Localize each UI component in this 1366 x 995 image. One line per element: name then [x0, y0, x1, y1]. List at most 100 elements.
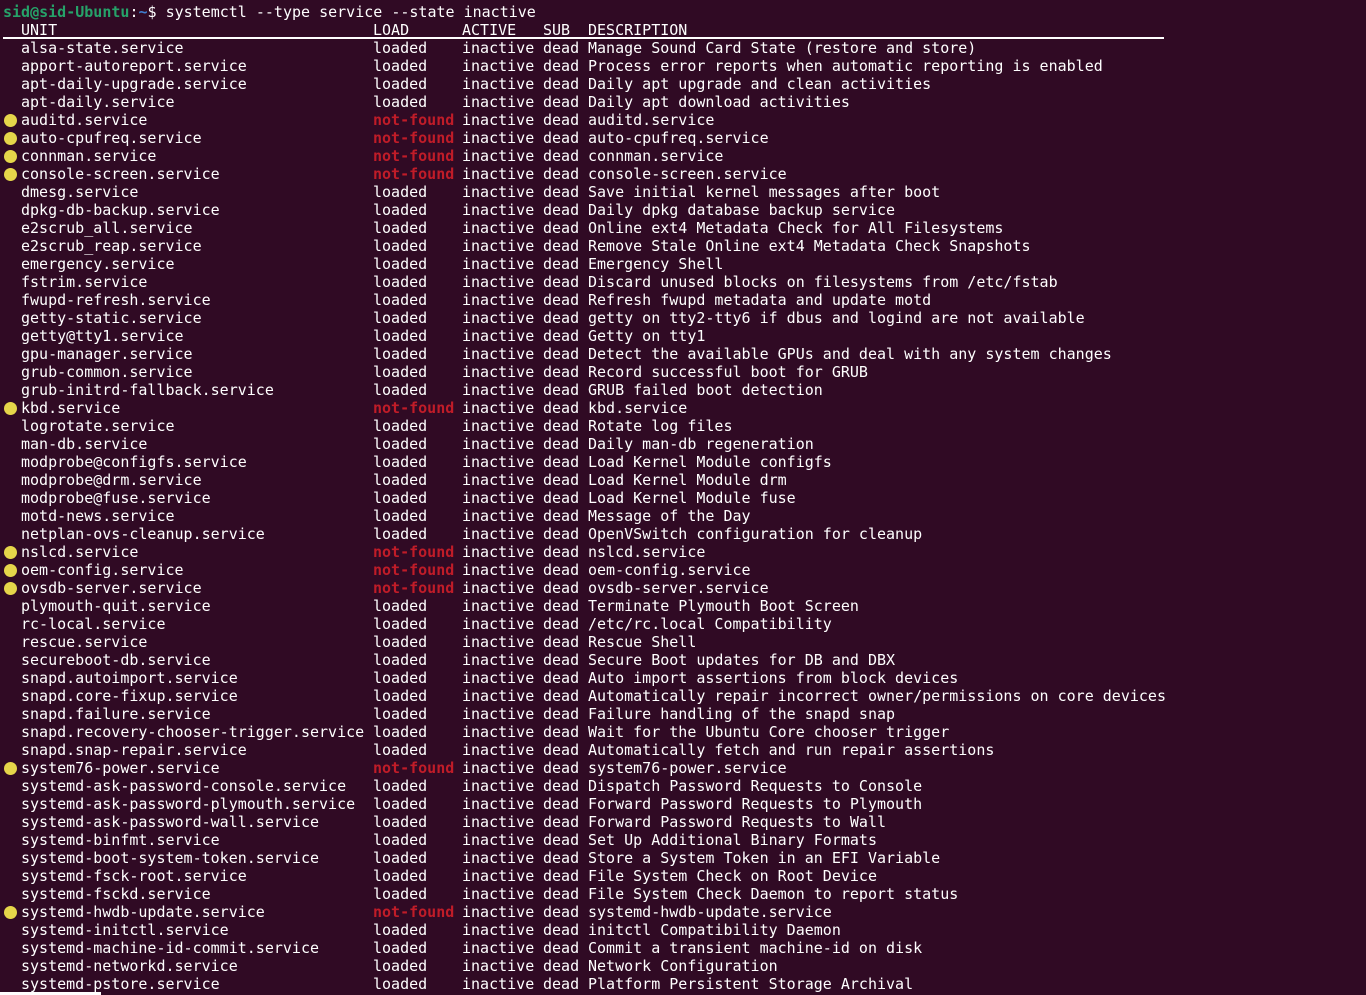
prompt-line: sid@sid-Ubuntu:~$ systemctl --type servi… [3, 3, 1166, 21]
active-state: inactive [462, 147, 535, 165]
sub-state: dead [543, 669, 580, 687]
active-state: inactive [462, 399, 535, 417]
sub-state: dead [543, 507, 580, 525]
table-row: modprobe@drm.service loaded inactive dead Lo… [3, 471, 1166, 489]
warning-dot-icon [4, 762, 17, 775]
unit-name: snapd.recovery-chooser-trigger.service [21, 723, 365, 741]
unit-name: kbd.service [21, 399, 121, 417]
unit-name: snapd.core-fixup.service [21, 687, 238, 705]
table-row: snapd.failure.service loaded inactive dead F… [3, 705, 1166, 723]
unit-name: ovsdb-server.service [21, 579, 202, 597]
unit-name: getty@tty1.service [21, 327, 184, 345]
load-state: not-found [373, 399, 455, 417]
active-state: inactive [462, 111, 535, 129]
sub-state: dead [543, 327, 580, 345]
load-state: loaded [373, 741, 428, 759]
unit-name: systemd-machine-id-commit.service [21, 939, 320, 957]
unit-name: netplan-ovs-cleanup.service [21, 525, 265, 543]
load-state: not-found [373, 543, 455, 561]
description: Wait for the Ubuntu Core chooser trigger [588, 723, 950, 741]
sub-state: dead [543, 237, 580, 255]
sub-state: dead [543, 273, 580, 291]
unit-name: modprobe@drm.service [21, 471, 202, 489]
sub-state: dead [543, 885, 580, 903]
description: ovsdb-server.service [588, 579, 769, 597]
sub-state: dead [543, 57, 580, 75]
unit-name: motd-news.service [21, 507, 175, 525]
table-row: systemd-networkd.service loaded inactive de… [3, 957, 1166, 975]
unit-name: systemd-networkd.service [21, 957, 238, 975]
unit-name: grub-initrd-fallback.service [21, 381, 274, 399]
active-state: inactive [462, 561, 535, 579]
sub-state: dead [543, 921, 580, 939]
table-row: logrotate.service loaded inactive dead Rotat… [3, 417, 1166, 435]
table-row: snapd.snap-repair.service loaded inactive d… [3, 741, 1166, 759]
load-state: loaded [373, 471, 428, 489]
active-state: inactive [462, 867, 535, 885]
description: systemd-hwdb-update.service [588, 903, 832, 921]
table-row: motd-news.service loaded inactive dead Messa… [3, 507, 1166, 525]
table-row: fstrim.service loaded inactive dead Discard … [3, 273, 1166, 291]
load-state: not-found [373, 111, 455, 129]
status-marker [3, 165, 21, 183]
description: console-screen.service [588, 165, 787, 183]
sub-state: dead [543, 75, 580, 93]
unit-name: auto-cpufreq.service [21, 129, 202, 147]
table-row: connman.service not-found inactive dead conn… [3, 147, 1166, 165]
active-state: inactive [462, 165, 535, 183]
sub-state: dead [543, 489, 580, 507]
table-row: system76-power.service not-found inactive d… [3, 759, 1166, 777]
table-row: systemd-initctl.service loaded inactive dea… [3, 921, 1166, 939]
active-state: inactive [462, 57, 535, 75]
unit-name: alsa-state.service [21, 39, 184, 57]
terminal-output[interactable]: sid@sid-Ubuntu:~$ systemctl --type servi… [3, 3, 1166, 993]
active-state: inactive [462, 453, 535, 471]
description: Automatically fetch and run repair asser… [588, 741, 995, 759]
unit-name: dpkg-db-backup.service [21, 201, 220, 219]
description: Record successful boot for GRUB [588, 363, 868, 381]
description: auto-cpufreq.service [588, 129, 769, 147]
sub-state: dead [543, 831, 580, 849]
table-row: getty-static.service loaded inactive dead ge… [3, 309, 1166, 327]
table-row: netplan-ovs-cleanup.service loaded inactiv… [3, 525, 1166, 543]
load-state: not-found [373, 903, 455, 921]
sub-state: dead [543, 93, 580, 111]
warning-dot-icon [4, 132, 17, 145]
description: Failure handling of the snapd snap [588, 705, 896, 723]
description: auditd.service [588, 111, 715, 129]
load-state: loaded [373, 939, 428, 957]
unit-name: systemd-boot-system-token.service [21, 849, 320, 867]
unit-name: apt-daily.service [21, 93, 175, 111]
description: Detect the available GPUs and deal with … [588, 345, 1112, 363]
table-row: systemd-boot-system-token.service loaded i… [3, 849, 1166, 867]
unit-name: logrotate.service [21, 417, 175, 435]
table-row: console-screen.service not-found inactive d… [3, 165, 1166, 183]
unit-name: plymouth-quit.service [21, 597, 211, 615]
table-row: emergency.service loaded inactive dead Emerg… [3, 255, 1166, 273]
load-state: loaded [373, 669, 428, 687]
description: Secure Boot updates for DB and DBX [588, 651, 896, 669]
sub-state: dead [543, 723, 580, 741]
sub-state: dead [543, 345, 580, 363]
active-state: inactive [462, 849, 535, 867]
sub-state: dead [543, 849, 580, 867]
header-active: ACTIVE [462, 21, 517, 39]
active-state: inactive [462, 687, 535, 705]
status-marker [3, 561, 21, 579]
description: Network Configuration [588, 957, 778, 975]
active-state: inactive [462, 885, 535, 903]
table-header: UNIT LOAD ACTIVE SUB DESCRIPTION [3, 21, 1166, 39]
load-state: loaded [373, 849, 428, 867]
load-state: loaded [373, 777, 428, 795]
active-state: inactive [462, 183, 535, 201]
active-state: inactive [462, 219, 535, 237]
unit-name: modprobe@fuse.service [21, 489, 211, 507]
description: Terminate Plymouth Boot Screen [588, 597, 859, 615]
description: getty on tty2-tty6 if dbus and logind ar… [588, 309, 1085, 327]
load-state: loaded [373, 39, 428, 57]
unit-name: systemd-fsckd.service [21, 885, 211, 903]
sub-state: dead [543, 633, 580, 651]
load-state: loaded [373, 273, 428, 291]
active-state: inactive [462, 795, 535, 813]
description: Process error reports when automatic rep… [588, 57, 1103, 75]
